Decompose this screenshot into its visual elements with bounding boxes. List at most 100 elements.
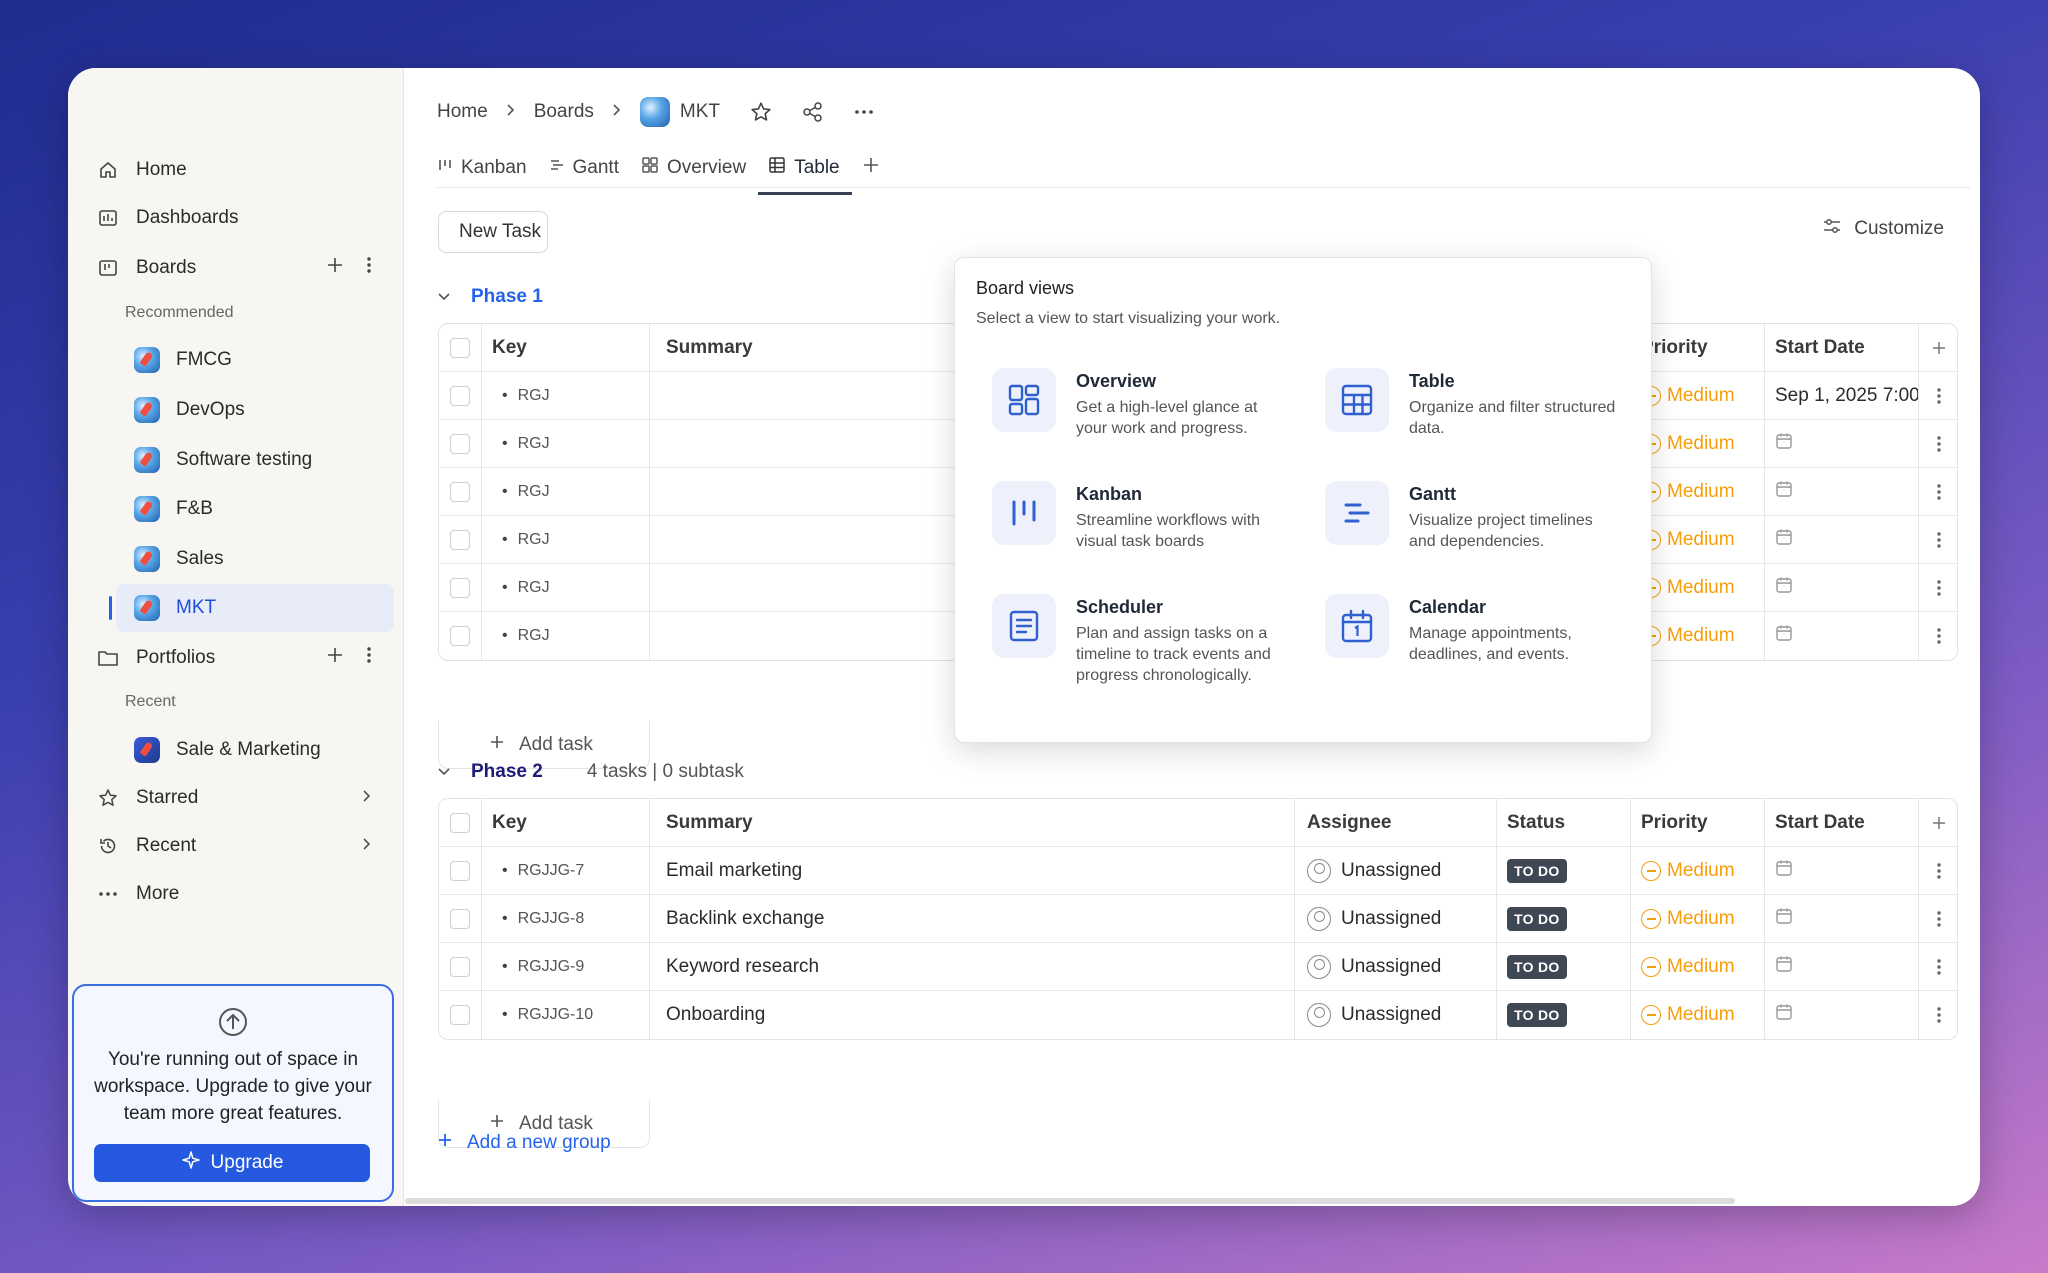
row-more-icon[interactable]	[1919, 612, 1957, 660]
summary-cell[interactable]: Keyword research	[650, 943, 1295, 991]
phase2-header[interactable]: Phase 2 4 tasks | 0 subtask	[437, 761, 744, 783]
start-date-cell[interactable]	[1765, 516, 1919, 564]
assignee-cell[interactable]: Unassigned	[1295, 895, 1497, 943]
assignee-cell[interactable]: Unassigned	[1295, 847, 1497, 895]
key-cell[interactable]: • RGJ	[482, 564, 650, 612]
row-more-icon[interactable]	[1919, 847, 1957, 895]
row-more-icon[interactable]	[1919, 943, 1957, 991]
add-column-icon[interactable]	[1919, 799, 1957, 847]
col-start-date[interactable]: Start Date	[1765, 799, 1919, 847]
summary-cell[interactable]: Email marketing	[650, 847, 1295, 895]
view-option-calendar[interactable]: Calendar Manage appointments, deadlines, …	[1325, 594, 1645, 704]
status-cell[interactable]: TO DO	[1497, 847, 1631, 895]
key-cell[interactable]: • RGJ	[482, 612, 650, 660]
star-icon[interactable]	[750, 101, 772, 123]
start-date-cell[interactable]	[1765, 564, 1919, 612]
view-option-overview[interactable]: Overview Get a high-level glance at your …	[992, 368, 1312, 478]
key-cell[interactable]: • RGJ	[482, 468, 650, 516]
start-date-cell[interactable]	[1765, 895, 1919, 943]
row-checkbox[interactable]	[450, 482, 470, 502]
assignee-cell[interactable]: Unassigned	[1295, 943, 1497, 991]
board-item-fmcg[interactable]: FMCG	[116, 336, 394, 384]
add-portfolio-icon[interactable]	[326, 646, 344, 670]
table-row[interactable]: • RGJJG-9 Keyword research Unassigned TO DO M…	[439, 943, 1957, 991]
new-task-button[interactable]: New Task	[438, 211, 548, 253]
row-checkbox[interactable]	[450, 1005, 470, 1025]
start-date-cell[interactable]	[1765, 847, 1919, 895]
table-row[interactable]: • RGJJG-10 Onboarding Unassigned TO DO Medium	[439, 991, 1957, 1039]
row-more-icon[interactable]	[1919, 564, 1957, 612]
col-key[interactable]: Key	[482, 799, 650, 847]
nav-dashboards[interactable]: Dashboards	[84, 196, 396, 240]
board-item-sales[interactable]: Sales	[116, 535, 394, 583]
add-group-button[interactable]: Add a new group	[437, 1132, 611, 1154]
priority-cell[interactable]: Medium	[1631, 895, 1765, 943]
portfolio-item-sale-marketing[interactable]: Sale & Marketing	[116, 726, 394, 774]
status-cell[interactable]: TO DO	[1497, 895, 1631, 943]
col-assignee[interactable]: Assignee	[1295, 799, 1497, 847]
row-more-icon[interactable]	[1919, 991, 1957, 1039]
share-icon[interactable]	[802, 101, 824, 123]
breadcrumb-boards[interactable]: Boards	[534, 101, 594, 123]
summary-cell[interactable]: Onboarding	[650, 991, 1295, 1039]
add-board-icon[interactable]	[326, 256, 344, 280]
tab-overview[interactable]: Overview	[641, 146, 746, 190]
col-key[interactable]: Key	[482, 324, 650, 372]
board-item-software-testing[interactable]: Software testing	[116, 436, 394, 484]
board-item-fnb[interactable]: F&B	[116, 485, 394, 533]
row-checkbox[interactable]	[450, 386, 470, 406]
more-horizontal-icon[interactable]	[854, 109, 874, 115]
start-date-cell[interactable]	[1765, 991, 1919, 1039]
key-cell[interactable]: • RGJ	[482, 420, 650, 468]
select-all-checkbox[interactable]	[450, 813, 470, 833]
row-more-icon[interactable]	[1919, 468, 1957, 516]
upgrade-button[interactable]: Upgrade	[94, 1144, 370, 1182]
boards-more-icon[interactable]	[366, 256, 372, 280]
customize-button[interactable]: Customize	[1822, 216, 1944, 242]
row-more-icon[interactable]	[1919, 420, 1957, 468]
board-item-mkt[interactable]: MKT	[109, 584, 394, 632]
nav-home[interactable]: Home	[84, 148, 396, 192]
key-cell[interactable]: • RGJJG-7	[482, 847, 650, 895]
row-checkbox[interactable]	[450, 861, 470, 881]
key-cell[interactable]: • RGJ	[482, 516, 650, 564]
key-cell[interactable]: • RGJJG-8	[482, 895, 650, 943]
table-row[interactable]: • RGJJG-8 Backlink exchange Unassigned TO DO…	[439, 895, 1957, 943]
row-checkbox[interactable]	[450, 530, 470, 550]
start-date-cell[interactable]	[1765, 420, 1919, 468]
nav-starred[interactable]: Starred	[84, 776, 396, 820]
add-view-button[interactable]	[862, 146, 880, 190]
nav-more[interactable]: More	[84, 872, 396, 916]
status-cell[interactable]: TO DO	[1497, 991, 1631, 1039]
breadcrumb-home[interactable]: Home	[437, 101, 488, 123]
row-more-icon[interactable]	[1919, 895, 1957, 943]
select-all-checkbox[interactable]	[450, 338, 470, 358]
start-date-cell[interactable]: Sep 1, 2025 7:00	[1765, 372, 1919, 420]
row-checkbox[interactable]	[450, 957, 470, 977]
start-date-cell[interactable]	[1765, 612, 1919, 660]
col-priority[interactable]: Priority	[1631, 799, 1765, 847]
view-option-kanban[interactable]: Kanban Streamline workflows with visual t…	[992, 481, 1312, 591]
row-checkbox[interactable]	[450, 909, 470, 929]
priority-cell[interactable]: Medium	[1631, 847, 1765, 895]
row-checkbox[interactable]	[450, 626, 470, 646]
key-cell[interactable]: • RGJ	[482, 372, 650, 420]
nav-recent[interactable]: Recent	[84, 824, 396, 868]
view-option-table[interactable]: Table Organize and filter structured data…	[1325, 368, 1645, 478]
assignee-cell[interactable]: Unassigned	[1295, 991, 1497, 1039]
key-cell[interactable]: • RGJJG-9	[482, 943, 650, 991]
row-checkbox[interactable]	[450, 578, 470, 598]
board-item-devops[interactable]: DevOps	[116, 386, 394, 434]
row-checkbox[interactable]	[450, 434, 470, 454]
start-date-cell[interactable]	[1765, 468, 1919, 516]
view-option-gantt[interactable]: Gantt Visualize project timelines and dep…	[1325, 481, 1645, 591]
tab-kanban[interactable]: Kanban	[437, 146, 527, 190]
breadcrumb-current[interactable]: MKT	[639, 97, 720, 127]
row-more-icon[interactable]	[1919, 516, 1957, 564]
col-status[interactable]: Status	[1497, 799, 1631, 847]
summary-cell[interactable]: Backlink exchange	[650, 895, 1295, 943]
col-start-date[interactable]: Start Date	[1765, 324, 1919, 372]
phase1-header[interactable]: Phase 1	[437, 286, 543, 308]
priority-cell[interactable]: Medium	[1631, 991, 1765, 1039]
row-more-icon[interactable]	[1919, 372, 1957, 420]
